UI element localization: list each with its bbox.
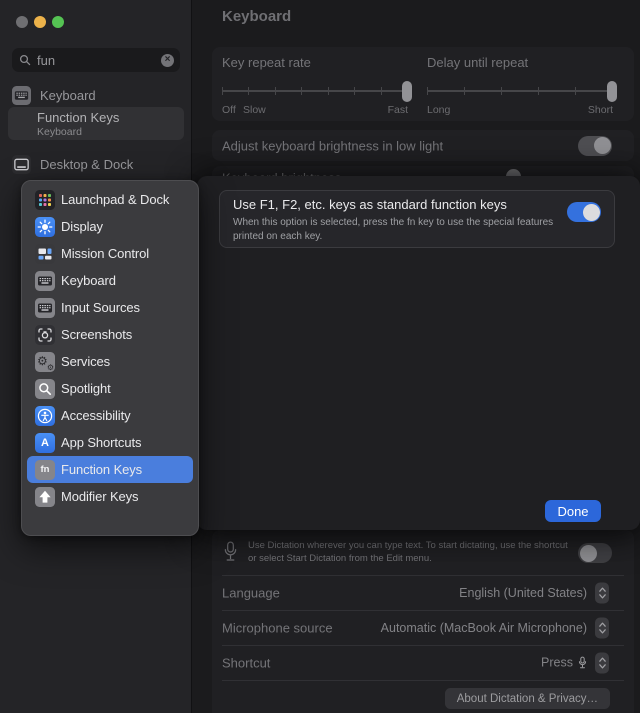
search-input[interactable]: fun × (12, 48, 180, 72)
key-repeat-label: Key repeat rate (222, 55, 311, 70)
mic-key-icon (578, 655, 587, 670)
dictation-toggle[interactable] (578, 543, 612, 563)
fn-option-box: Use F1, F2, etc. keys as standard functi… (219, 190, 615, 248)
slider-handle[interactable] (607, 81, 617, 102)
microphone-label: Microphone source (222, 620, 333, 635)
menu-item-mission-control[interactable]: Mission Control (27, 240, 193, 267)
input-sources-icon (35, 298, 55, 318)
repeat-settings-card: Key repeat rate Off Slow Fast Delay unti… (212, 47, 634, 121)
low-light-toggle[interactable] (578, 136, 612, 156)
shortcut-value: Press (541, 655, 587, 670)
menu-item-accessibility[interactable]: Accessibility (27, 402, 193, 429)
menu-item-app-shortcuts[interactable]: A App Shortcuts (27, 429, 193, 456)
dictation-card: Use Dictation wherever you can type text… (212, 530, 634, 713)
chevron-up-down-icon (598, 655, 607, 670)
menu-item-screenshots[interactable]: Screenshots (27, 321, 193, 348)
microphone-row: Microphone source Automatic (MacBook Air… (212, 610, 634, 645)
menu-item-modifier-keys[interactable]: Modifier Keys (27, 483, 193, 510)
fn-keys-toggle[interactable] (567, 202, 601, 222)
search-result-function-keys[interactable]: Function Keys Keyboard (8, 107, 184, 140)
divider (222, 680, 624, 681)
menu-item-keyboard[interactable]: Keyboard (27, 267, 193, 294)
shortcut-stepper[interactable] (595, 652, 609, 673)
search-suggestions-menu: Launchpad & Dock Display Mission Control… (21, 180, 199, 536)
menu-item-input-sources[interactable]: Input Sources (27, 294, 193, 321)
search-result-keyboard[interactable]: Keyboard (0, 83, 192, 107)
microphone-stepper[interactable] (595, 617, 609, 638)
slider-handle[interactable] (402, 81, 412, 102)
language-row: Language English (United States) (212, 575, 634, 610)
language-stepper[interactable] (595, 582, 609, 603)
key-repeat-slow-label: Slow (243, 104, 266, 116)
keyboard-icon (35, 271, 55, 291)
done-button[interactable]: Done (545, 500, 601, 522)
function-keys-sheet: Use F1, F2, etc. keys as standard functi… (197, 176, 640, 530)
delay-repeat-slider[interactable] (427, 80, 613, 102)
fn-icon: fn (35, 460, 55, 480)
launchpad-icon (35, 190, 55, 210)
delay-long-label: Long (427, 104, 450, 116)
chevron-up-down-icon (598, 620, 607, 635)
close-button[interactable] (16, 16, 28, 28)
chevron-up-down-icon (598, 585, 607, 600)
menu-item-spotlight[interactable]: Spotlight (27, 375, 193, 402)
keyboard-icon (12, 86, 31, 105)
delay-repeat-label: Delay until repeat (427, 55, 528, 70)
display-icon (35, 217, 55, 237)
zoom-button[interactable] (52, 16, 64, 28)
delay-short-label: Short (588, 104, 613, 116)
shortcut-label: Shortcut (222, 655, 270, 670)
fn-option-description: When this option is selected, press the … (233, 216, 563, 243)
clear-search-icon[interactable]: × (161, 54, 174, 67)
slider-ticks (427, 80, 613, 102)
search-value: fun (37, 53, 55, 68)
dictation-description: Use Dictation wherever you can type text… (248, 539, 578, 565)
accessibility-icon (35, 406, 55, 426)
minimize-button[interactable] (34, 16, 46, 28)
key-repeat-off-label: Off (222, 104, 236, 116)
modifier-keys-icon (35, 487, 55, 507)
shortcut-row: Shortcut Press (212, 645, 634, 680)
toggle-knob (594, 137, 611, 154)
services-icon: ⚙⚙ (35, 352, 55, 372)
low-light-card: Adjust keyboard brightness in low light (212, 130, 634, 161)
language-label: Language (222, 585, 280, 600)
microphone-icon (223, 540, 238, 564)
key-repeat-fast-label: Fast (388, 104, 408, 116)
microphone-value: Automatic (MacBook Air Microphone) (381, 621, 587, 635)
app-shortcuts-icon: A (35, 433, 55, 453)
page-title: Keyboard (222, 8, 291, 25)
slider-ticks (222, 80, 408, 102)
menu-item-launchpad-dock[interactable]: Launchpad & Dock (27, 186, 193, 213)
language-value: English (United States) (459, 586, 587, 600)
menu-item-function-keys[interactable]: fn Function Keys (27, 456, 193, 483)
key-repeat-slider[interactable] (222, 80, 408, 102)
low-light-label: Adjust keyboard brightness in low light (222, 138, 443, 153)
screenshots-icon (35, 325, 55, 345)
mission-control-icon (35, 244, 55, 264)
desktop-dock-icon (12, 155, 31, 174)
search-icon (19, 54, 31, 66)
about-dictation-privacy-button[interactable]: About Dictation & Privacy… (445, 688, 610, 709)
spotlight-icon (35, 379, 55, 399)
toggle-knob (580, 545, 597, 562)
menu-item-services[interactable]: ⚙⚙ Services (27, 348, 193, 375)
search-result-desktop-dock[interactable]: Desktop & Dock (0, 152, 192, 176)
menu-item-display[interactable]: Display (27, 213, 193, 240)
toggle-knob (583, 204, 600, 221)
fn-option-title: Use F1, F2, etc. keys as standard functi… (233, 197, 507, 212)
